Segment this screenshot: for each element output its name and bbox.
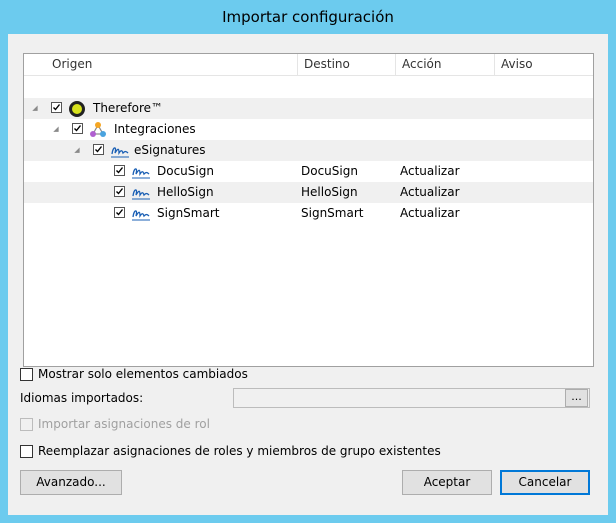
expander-icon[interactable]: ◢ <box>30 98 40 119</box>
therefore-logo-icon <box>68 100 86 117</box>
tree-label: HelloSign <box>157 185 214 199</box>
show-changed-only-label[interactable]: Mostrar solo elementos cambiados <box>38 367 248 381</box>
integrations-icon <box>89 121 107 138</box>
column-header-accion[interactable]: Acción <box>396 54 495 75</box>
tree-row-esignatures[interactable]: ◢ eSignatures <box>24 140 593 161</box>
destino-cell: SignSmart <box>301 206 364 220</box>
tree-header: Origen Destino Acción Aviso <box>24 54 593 76</box>
tree-row-integraciones[interactable]: ◢ Integraciones <box>24 119 593 140</box>
destino-cell: DocuSign <box>301 164 358 178</box>
advanced-button[interactable]: Avanzado... <box>20 470 122 495</box>
signature-icon <box>131 184 150 201</box>
tree-label: Therefore™ <box>93 101 163 115</box>
tree-row-docusign[interactable]: DocuSign DocuSign Actualizar <box>24 161 593 182</box>
checkbox-esignatures[interactable] <box>93 144 104 155</box>
import-roles-checkbox[interactable] <box>20 418 33 431</box>
checkbox-hellosign[interactable] <box>114 186 125 197</box>
replace-roles-checkbox[interactable] <box>20 445 33 458</box>
replace-roles-label[interactable]: Reemplazar asignaciones de roles y miemb… <box>38 444 441 458</box>
signature-icon <box>131 163 150 180</box>
tree-label: Integraciones <box>114 122 196 136</box>
accept-button[interactable]: Aceptar <box>402 470 492 495</box>
import-roles-label: Importar asignaciones de rol <box>38 417 210 431</box>
checkbox-integraciones[interactable] <box>72 123 83 134</box>
languages-field[interactable] <box>233 388 590 408</box>
window-titlebar[interactable]: Importar configuración <box>0 0 616 34</box>
import-tree-list[interactable]: Origen Destino Acción Aviso ◢ Therefore™… <box>23 53 594 367</box>
show-changed-only-checkbox[interactable] <box>20 368 33 381</box>
expander-icon[interactable]: ◢ <box>51 119 61 140</box>
tree-label: SignSmart <box>157 206 220 220</box>
tree-row-signsmart[interactable]: SignSmart SignSmart Actualizar <box>24 203 593 224</box>
checkbox-docusign[interactable] <box>114 165 125 176</box>
window-title: Importar configuración <box>222 8 394 26</box>
browse-languages-button[interactable]: ... <box>565 389 588 407</box>
column-header-aviso[interactable]: Aviso <box>495 54 593 75</box>
tree-label: DocuSign <box>157 164 214 178</box>
column-header-destino[interactable]: Destino <box>298 54 396 75</box>
accion-cell: Actualizar <box>400 206 460 220</box>
tree-label: eSignatures <box>134 143 206 157</box>
dialog-body: Origen Destino Acción Aviso ◢ Therefore™… <box>8 34 608 515</box>
cancel-button[interactable]: Cancelar <box>500 470 590 495</box>
accion-cell: Actualizar <box>400 185 460 199</box>
tree-row-therefore[interactable]: ◢ Therefore™ <box>24 98 593 119</box>
expander-icon[interactable]: ◢ <box>72 140 82 161</box>
destino-cell: HelloSign <box>301 185 358 199</box>
signature-icon <box>131 205 150 222</box>
column-header-origen[interactable]: Origen <box>24 54 298 75</box>
accion-cell: Actualizar <box>400 164 460 178</box>
checkbox-therefore[interactable] <box>51 102 62 113</box>
languages-label: Idiomas importados: <box>20 391 144 405</box>
signature-icon <box>110 142 129 159</box>
tree-row-hellosign[interactable]: HelloSign HelloSign Actualizar <box>24 182 593 203</box>
checkbox-signsmart[interactable] <box>114 207 125 218</box>
